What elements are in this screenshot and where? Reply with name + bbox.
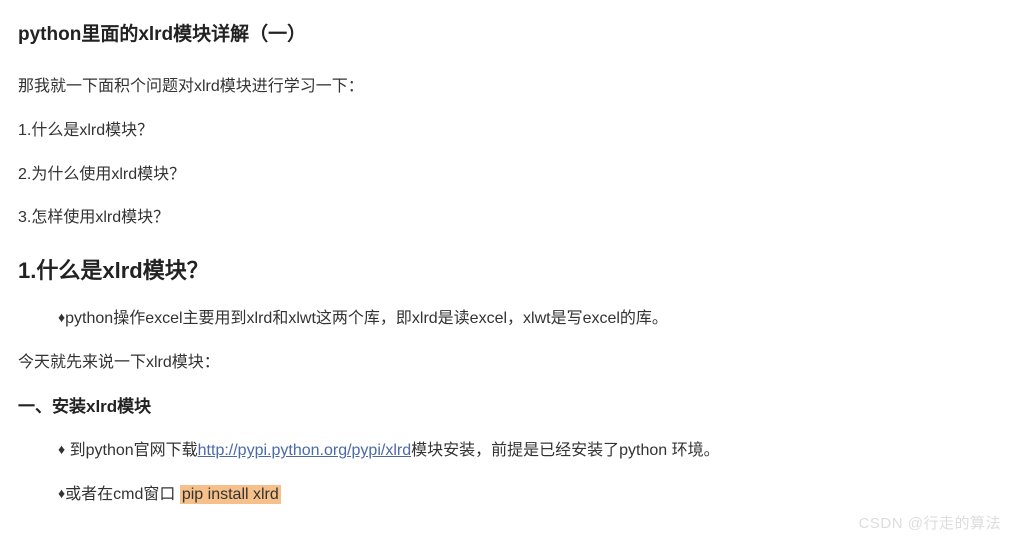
page-title: python里面的xlrd模块详解（一）	[18, 20, 999, 50]
section-1-bullet: ♦python操作excel主要用到xlrd和xlwt这两个库，即xlrd是读e…	[18, 306, 999, 332]
question-1: 1.什么是xlrd模块？	[18, 118, 999, 144]
intro-paragraph: 那我就一下面积个问题对xlrd模块进行学习一下：	[18, 74, 999, 100]
install-line-1-post: 模块安装，前提是已经安装了python 环境。	[411, 442, 720, 459]
section-2-heading: 一、安装xlrd模块	[18, 393, 999, 420]
watermark: CSDN @行走的算法	[859, 512, 1001, 536]
install-line-2-pre: 或者在cmd窗口	[65, 486, 180, 503]
install-line-2: ♦或者在cmd窗口 pip install xlrd	[18, 482, 999, 508]
question-3: 3.怎样使用xlrd模块？	[18, 205, 999, 231]
pip-install-command: pip install xlrd	[180, 485, 281, 504]
install-line-1-pre: 到python官网下载	[65, 442, 198, 459]
install-line-1: ♦ 到python官网下载http://pypi.python.org/pypi…	[18, 438, 999, 464]
pypi-link[interactable]: http://pypi.python.org/pypi/xlrd	[198, 442, 411, 459]
section-1-after: 今天就先来说一下xlrd模块：	[18, 350, 999, 376]
section-1-heading: 1.什么是xlrd模块？	[18, 253, 999, 288]
section-1-bullet-text: python操作excel主要用到xlrd和xlwt这两个库，即xlrd是读ex…	[65, 310, 668, 327]
question-2: 2.为什么使用xlrd模块？	[18, 162, 999, 188]
